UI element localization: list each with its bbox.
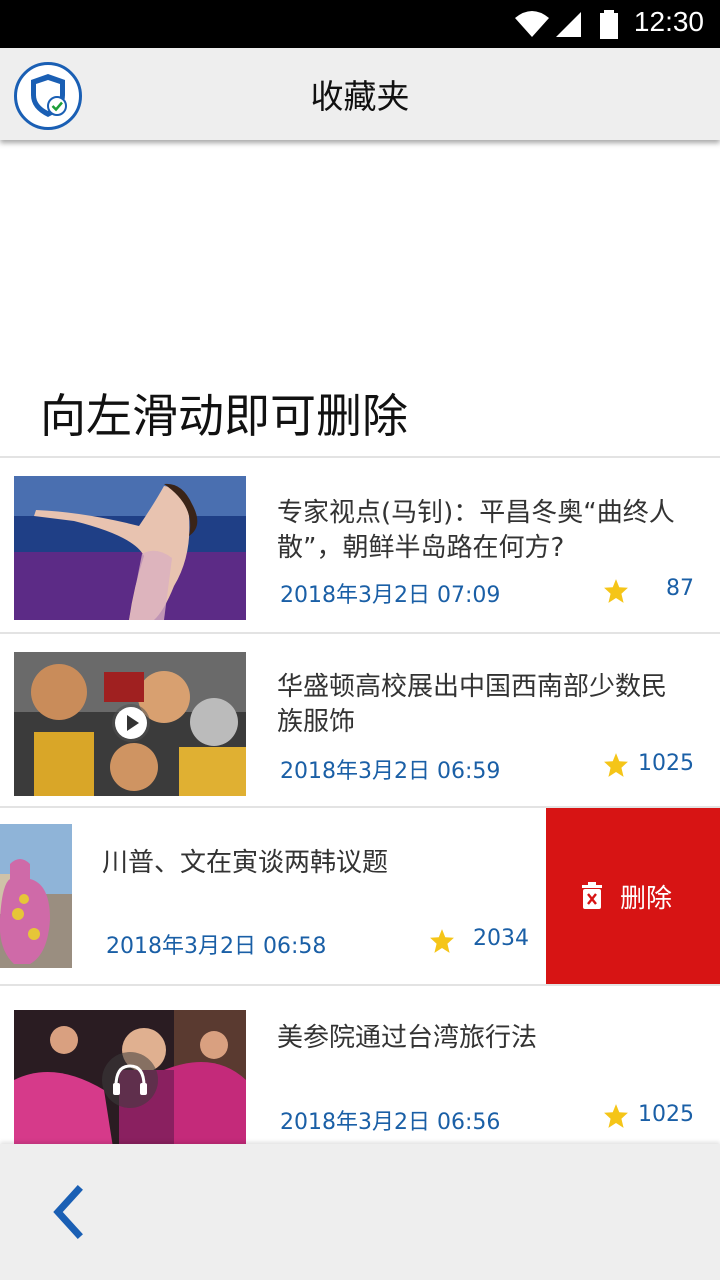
battery-icon: [600, 10, 618, 39]
status-bar: 12:30: [0, 0, 720, 48]
divider: [0, 984, 720, 986]
chevron-left-icon[interactable]: [44, 1184, 94, 1240]
status-time: 12:30: [633, 6, 704, 37]
wifi-icon: [515, 11, 549, 37]
trash-icon: [582, 882, 602, 909]
signal-icon: [556, 12, 581, 37]
article-thumbnail[interactable]: [0, 824, 72, 968]
article-view-count: 1025: [638, 751, 694, 776]
article-item[interactable]: 专家视点(马钊)：平昌冬奥“曲终人散”，朝鲜半岛路在何方? 2018年3月2日 …: [0, 458, 720, 634]
delete-button[interactable]: 删除: [546, 808, 720, 986]
swipe-hint: 向左滑动即可删除: [40, 389, 408, 443]
delete-label: 删除: [620, 884, 673, 914]
star-icon: [604, 579, 628, 603]
app-bar: 收藏夹: [0, 48, 720, 140]
headphones-icon[interactable]: [102, 1052, 158, 1108]
article-title[interactable]: 华盛顿高校展出中国西南部少数民族服饰: [277, 670, 687, 740]
article-date: 2018年3月2日 07:09: [280, 583, 501, 608]
article-thumbnail[interactable]: [14, 1010, 246, 1154]
article-title[interactable]: 专家视点(马钊)：平昌冬奥“曲终人散”，朝鲜半岛路在何方?: [277, 496, 687, 566]
star-icon: [604, 1104, 628, 1128]
bottom-bar: [0, 1144, 720, 1280]
star-icon: [604, 753, 628, 777]
article-date: 2018年3月2日 06:56: [280, 1110, 501, 1135]
page-title: 收藏夹: [310, 77, 410, 116]
article-view-count: 87: [666, 576, 694, 601]
article-item[interactable]: 华盛顿高校展出中国西南部少数民族服饰 2018年3月2日 06:59 1025: [0, 634, 720, 810]
article-thumbnail[interactable]: [14, 476, 246, 620]
article-item-swiped[interactable]: 川普、文在寅谈两韩议题 2018年3月2日 06:58 2034 删除: [0, 808, 720, 986]
article-view-count: 2034: [473, 926, 529, 951]
article-title[interactable]: 美参院通过台湾旅行法: [277, 1021, 687, 1056]
article-view-count: 1025: [638, 1102, 694, 1127]
article-date: 2018年3月2日 06:58: [106, 934, 327, 959]
article-title[interactable]: 川普、文在寅谈两韩议题: [102, 846, 522, 881]
article-thumbnail[interactable]: [14, 652, 246, 796]
star-icon: [430, 929, 454, 953]
article-item[interactable]: 美参院通过台湾旅行法 2018年3月2日 06:56 1025: [0, 992, 720, 1168]
article-date: 2018年3月2日 06:59: [280, 759, 501, 784]
play-video-icon[interactable]: [112, 704, 150, 742]
